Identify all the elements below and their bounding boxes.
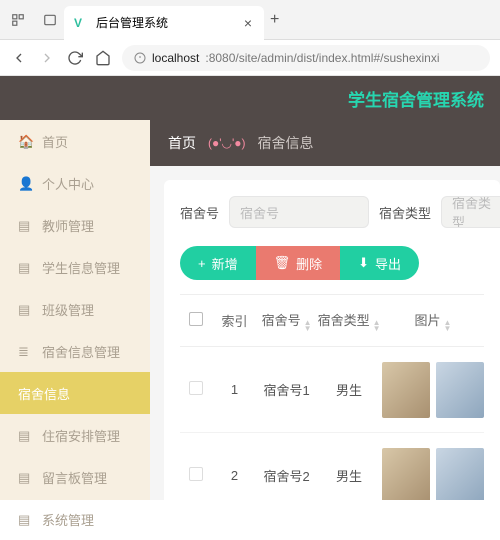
- sidebar-item-label: 系统管理: [42, 510, 94, 529]
- back-button[interactable]: [10, 49, 28, 67]
- app-header: 学生宿舍管理系统: [0, 76, 500, 120]
- row-checkbox[interactable]: [189, 381, 203, 395]
- sidebar-item-label: 宿舍信息管理: [42, 342, 120, 361]
- data-table: 索引 宿舍号▲▼ 宿舍类型▲▼ 图片▲▼ 1 宿舍号1 男生: [180, 294, 484, 500]
- sidebar-item-label: 首页: [42, 132, 68, 151]
- breadcrumb-face-icon: (●'◡'●): [208, 136, 246, 150]
- list-icon: ▤: [18, 470, 32, 484]
- sidebar-item-profile[interactable]: 👤 个人中心: [0, 162, 150, 204]
- reload-button[interactable]: [66, 49, 84, 67]
- thumbnail[interactable]: [436, 362, 484, 418]
- cell-type: 男生: [316, 347, 382, 433]
- main-area: 首页 (●'◡'●) 宿舍信息 宿舍号 宿舍号 宿舍类型 宿舍类型 +新增 🗑删…: [150, 120, 500, 500]
- tab-title: 后台管理系统: [96, 14, 236, 31]
- delete-button[interactable]: 🗑删除: [256, 246, 341, 280]
- sidebar-item-board[interactable]: ▤ 留言板管理: [0, 456, 150, 498]
- col-dorm[interactable]: 宿舍号▲▼: [257, 295, 316, 347]
- list-icon: ▤: [18, 218, 32, 232]
- type-label: 宿舍类型: [379, 203, 431, 222]
- select-all-checkbox[interactable]: [189, 312, 203, 326]
- favicon-icon: V: [74, 16, 88, 30]
- export-button[interactable]: ⬇导出: [340, 246, 419, 280]
- table-row: 1 宿舍号1 男生: [180, 347, 484, 433]
- action-buttons: +新增 🗑删除 ⬇导出: [180, 246, 484, 280]
- browser-toolbar: localhost :8080/site/admin/dist/index.htm…: [0, 40, 500, 76]
- sidebar-item-teacher[interactable]: ▤ 教师管理: [0, 204, 150, 246]
- user-icon: 👤: [18, 176, 32, 190]
- cell-image: [382, 448, 484, 501]
- app-title: 学生宿舍管理系统: [348, 86, 484, 111]
- sidebar-item-label: 住宿安排管理: [42, 426, 120, 445]
- type-select[interactable]: 宿舍类型: [441, 196, 500, 228]
- dorm-label: 宿舍号: [180, 203, 219, 222]
- cell-index: 1: [212, 347, 257, 433]
- col-index[interactable]: 索引: [212, 295, 257, 347]
- forward-button[interactable]: [38, 49, 56, 67]
- list-icon: ▤: [18, 302, 32, 316]
- list-icon: ▤: [18, 428, 32, 442]
- cell-index: 2: [212, 433, 257, 501]
- sidebar-item-label: 个人中心: [42, 174, 94, 193]
- window-icon[interactable]: [42, 12, 58, 28]
- home-icon: 🏠: [18, 134, 32, 148]
- sidebar-item-dorm-info[interactable]: 宿舍信息: [0, 372, 150, 414]
- sidebar-item-label: 宿舍信息: [18, 384, 70, 403]
- sidebar-item-label: 教师管理: [42, 216, 94, 235]
- home-button[interactable]: [94, 49, 112, 67]
- url-host: localhost: [152, 51, 199, 65]
- col-type[interactable]: 宿舍类型▲▼: [316, 295, 382, 347]
- thumbnail[interactable]: [382, 362, 430, 418]
- row-checkbox[interactable]: [189, 467, 203, 481]
- cell-type: 男生: [316, 433, 382, 501]
- breadcrumb-home[interactable]: 首页: [168, 133, 196, 153]
- breadcrumb-current: 宿舍信息: [258, 133, 314, 153]
- cell-dorm: 宿舍号1: [257, 347, 316, 433]
- sidebar-item-class[interactable]: ▤ 班级管理: [0, 288, 150, 330]
- sort-icon[interactable]: ▲▼: [304, 320, 312, 332]
- sidebar-item-label: 留言板管理: [42, 468, 107, 487]
- sidebar-item-home[interactable]: 🏠 首页: [0, 120, 150, 162]
- sidebar-item-student[interactable]: ▤ 学生信息管理: [0, 246, 150, 288]
- sort-icon[interactable]: ▲▼: [444, 320, 452, 332]
- sidebar: 🏠 首页 👤 个人中心 ▤ 教师管理 ▤ 学生信息管理 ▤ 班级管理 ≣ 宿舍信息管理 宿舍…: [0, 120, 150, 500]
- cell-image: [382, 362, 484, 418]
- col-image[interactable]: 图片▲▼: [382, 295, 484, 347]
- search-row: 宿舍号 宿舍号 宿舍类型 宿舍类型: [180, 196, 484, 228]
- sidebar-item-system[interactable]: ▤ 系统管理: [0, 498, 150, 540]
- sidebar-item-label: 班级管理: [42, 300, 94, 319]
- browser-tab-strip: V 后台管理系统 × +: [0, 0, 500, 40]
- breadcrumb: 首页 (●'◡'●) 宿舍信息: [150, 120, 500, 166]
- content-panel: 宿舍号 宿舍号 宿舍类型 宿舍类型 +新增 🗑删除 ⬇导出 索引 宿舍号▲▼ 宿…: [164, 180, 500, 500]
- download-icon: ⬇: [358, 255, 369, 271]
- table-row: 2 宿舍号2 男生: [180, 433, 484, 501]
- bars-icon: ≣: [18, 344, 32, 358]
- new-tab-button[interactable]: +: [270, 11, 279, 29]
- sort-icon[interactable]: ▲▼: [373, 320, 381, 332]
- browser-tab[interactable]: V 后台管理系统 ×: [64, 6, 264, 40]
- list-icon: ▤: [18, 512, 32, 526]
- thumbnail[interactable]: [382, 448, 430, 501]
- add-button[interactable]: +新增: [180, 246, 256, 280]
- sidebar-item-dorm-group[interactable]: ≣ 宿舍信息管理: [0, 330, 150, 372]
- workspaces-icon[interactable]: [10, 12, 26, 28]
- url-path: :8080/site/admin/dist/index.html#/sushex…: [205, 51, 439, 65]
- address-bar[interactable]: localhost :8080/site/admin/dist/index.htm…: [122, 45, 490, 71]
- cell-dorm: 宿舍号2: [257, 433, 316, 501]
- dorm-input[interactable]: 宿舍号: [229, 196, 369, 228]
- plus-icon: +: [198, 256, 206, 271]
- sidebar-item-stay[interactable]: ▤ 住宿安排管理: [0, 414, 150, 456]
- trash-icon: 🗑: [274, 255, 291, 271]
- close-tab-icon[interactable]: ×: [244, 15, 252, 31]
- thumbnail[interactable]: [436, 448, 484, 501]
- list-icon: ▤: [18, 260, 32, 274]
- site-info-icon: [134, 52, 146, 64]
- sidebar-item-label: 学生信息管理: [42, 258, 120, 277]
